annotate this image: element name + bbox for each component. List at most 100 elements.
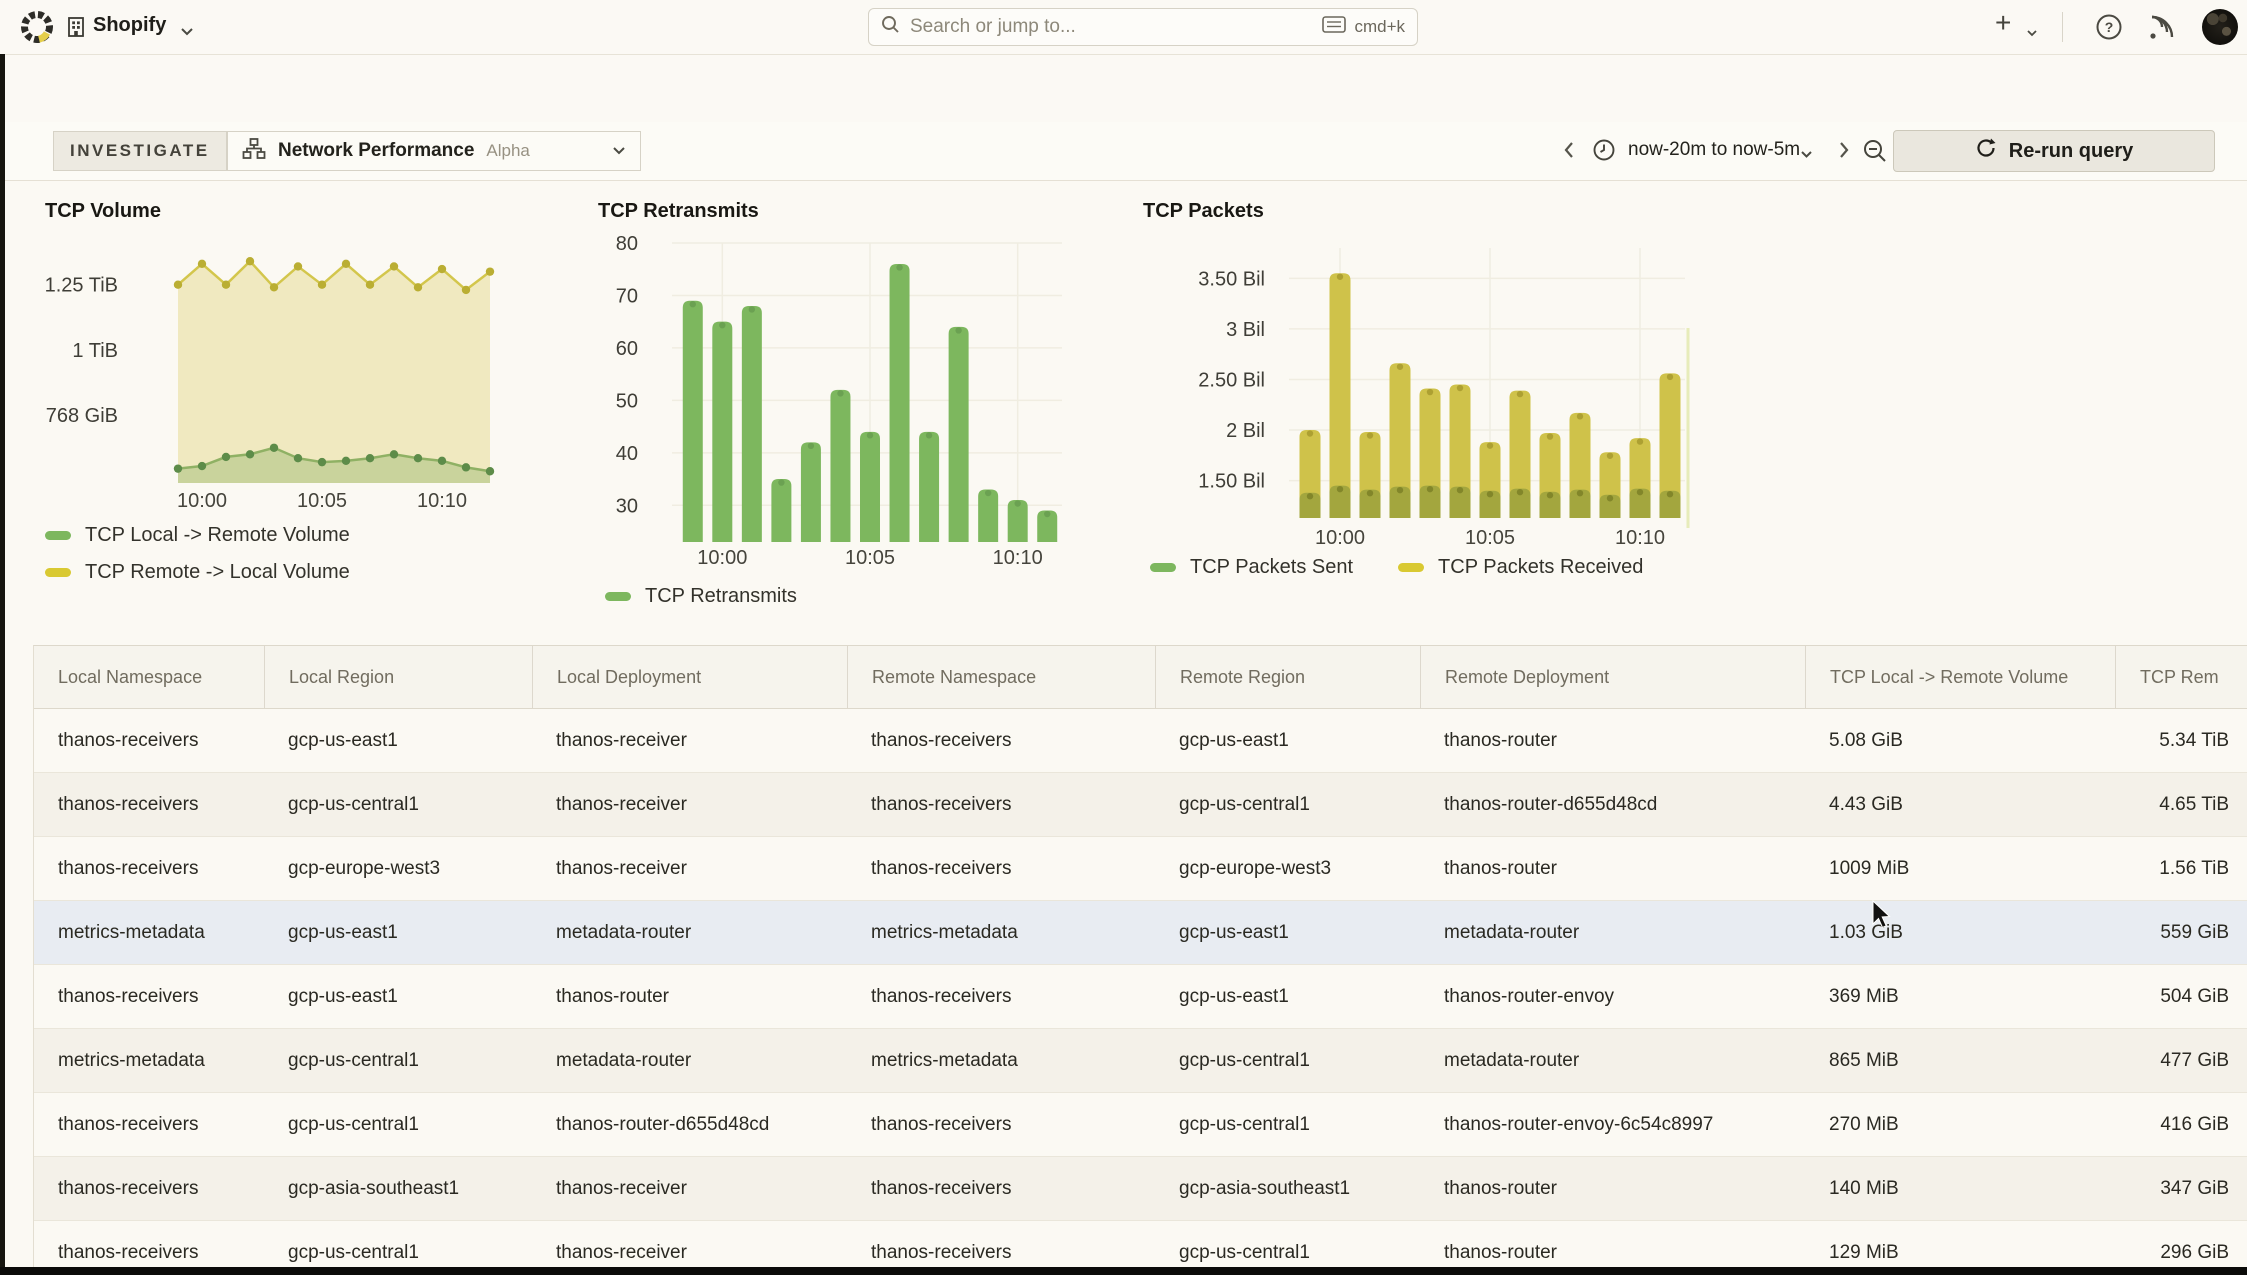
column-header-remote-deployment[interactable]: Remote Deployment [1420, 646, 1805, 708]
investigate-toolbar: INVESTIGATE Network Performance Alpha no… [0, 122, 2247, 181]
legend-swatch [605, 592, 631, 601]
org-chevron-down-icon[interactable] [180, 23, 194, 41]
table-cell: 270 MiB [1805, 1093, 2115, 1156]
svg-text:10:05: 10:05 [1465, 527, 1515, 549]
table-cell: thanos-router-d655d48cd [1420, 773, 1805, 836]
svg-text:10:00: 10:00 [177, 490, 227, 512]
view-name: Network Performance [278, 140, 474, 162]
table-cell: gcp-us-east1 [264, 901, 532, 964]
table-cell: metadata-router [532, 901, 847, 964]
table-row[interactable]: thanos-receivers gcp-europe-west3 thanos-r… [34, 837, 2247, 901]
table-cell: thanos-receivers [34, 965, 264, 1028]
table-cell: thanos-receiver [532, 773, 847, 836]
table-row[interactable]: metrics-metadatagcp-us-central1metadata-… [34, 1029, 2247, 1093]
table-cell: 1009 MiB [1805, 837, 2115, 900]
column-header-local-namespace[interactable]: Local Namespace [34, 646, 264, 708]
view-dropdown[interactable]: Network Performance Alpha [227, 131, 641, 171]
svg-text:80: 80 [616, 233, 638, 255]
table-cell: thanos-receivers [34, 1157, 264, 1220]
column-header-tcp-rem[interactable]: TCP Rem [2115, 646, 2247, 708]
svg-text:10:10: 10:10 [993, 547, 1043, 569]
svg-text:768 GiB: 768 GiB [46, 405, 118, 427]
table-cell: thanos-receivers [847, 709, 1155, 772]
table-cell: gcp-europe-west3 [264, 837, 532, 900]
table-row[interactable]: thanos-receiversgcp-us-central1thanos-ro… [34, 1093, 2247, 1157]
table-cell: gcp-us-east1 [1155, 965, 1420, 1028]
table-cell: metrics-metadata [847, 901, 1155, 964]
time-next-chevron-right-icon[interactable] [1838, 140, 1850, 165]
add-button[interactable]: + [1995, 7, 2011, 39]
rerun-query-button[interactable]: Re-run query [1893, 130, 2215, 172]
keyboard-icon [1322, 16, 1346, 38]
table-cell: 865 MiB [1805, 1029, 2115, 1092]
signal-broadcast-icon[interactable] [2148, 13, 2178, 46]
svg-text:1 TiB: 1 TiB [72, 340, 118, 362]
legend-item[interactable]: TCP Packets Received [1398, 556, 1643, 579]
table-cell: thanos-receivers [847, 837, 1155, 900]
table-cell: 5.08 GiB [1805, 709, 2115, 772]
table-row[interactable]: thanos-receiversgcp-asia-southeast1thano… [34, 1157, 2247, 1221]
hierarchy-icon [242, 137, 266, 166]
tcp-retransmits-legend: TCP Retransmits [605, 585, 797, 608]
column-header-remote-namespace[interactable]: Remote Namespace [847, 646, 1155, 708]
table-cell: thanos-receivers [847, 1093, 1155, 1156]
help-icon[interactable]: ? [2095, 13, 2123, 46]
table-cell: gcp-us-central1 [264, 1093, 532, 1156]
column-header-tcp-local-remote-volume[interactable]: TCP Local -> Remote Volume [1805, 646, 2115, 708]
column-header-remote-region[interactable]: Remote Region [1155, 646, 1420, 708]
table-cell: 5.34 TiB [2115, 709, 2247, 772]
network-flows-table: Local NamespaceLocal RegionLocal Deploym… [33, 645, 2247, 1275]
column-header-local-region[interactable]: Local Region [264, 646, 532, 708]
table-cell: thanos-receiver [532, 709, 847, 772]
global-search-input[interactable]: Search or jump to... cmd+k [868, 8, 1418, 46]
svg-text:40: 40 [616, 443, 638, 465]
table-cell: gcp-us-east1 [264, 709, 532, 772]
legend-item[interactable]: TCP Packets Sent [1150, 556, 1353, 579]
svg-text:50: 50 [616, 390, 638, 412]
tcp-packets-chart[interactable]: 3.50 Bil3 Bil2.50 Bil2 Bil1.50 Bil10:001… [1130, 228, 1715, 583]
legend-item[interactable]: TCP Local -> Remote Volume [45, 524, 350, 547]
view-badge: Alpha [486, 141, 529, 161]
tcp-volume-chart[interactable]: 1.25 TiB1 TiB768 GiB10:0010:0510:10 [33, 228, 578, 528]
table-cell: gcp-asia-southeast1 [264, 1157, 532, 1220]
table-cell: thanos-router [532, 965, 847, 1028]
table-cell: gcp-us-central1 [1155, 1093, 1420, 1156]
table-row[interactable]: thanos-receiversgcp-us-central1thanos-re… [34, 773, 2247, 837]
table-cell: gcp-us-central1 [264, 1029, 532, 1092]
table-row[interactable]: thanos-receivers gcp-us-east1thanos-recei… [34, 709, 2247, 773]
table-cell: gcp-us-east1 [264, 965, 532, 1028]
table-cell: thanos-receivers [34, 1093, 264, 1156]
table-cell: gcp-us-east1 [1155, 901, 1420, 964]
chronosphere-logo-icon[interactable] [20, 10, 54, 49]
table-row[interactable]: thanos-receiversgcp-us-east1thanos-route… [34, 965, 2247, 1029]
zoom-out-icon[interactable] [1862, 138, 1888, 169]
time-range-label[interactable]: now-20m to now-5m [1628, 139, 1800, 161]
table-cell: 416 GiB [2115, 1093, 2247, 1156]
table-cell: thanos-receivers [34, 773, 264, 836]
table-cell: metadata-router [1420, 901, 1805, 964]
user-avatar[interactable] [2202, 9, 2238, 45]
table-cell: thanos-router [1420, 837, 1805, 900]
chart-title-tcp-volume: TCP Volume [45, 200, 161, 223]
add-chevron-down-icon[interactable] [2026, 24, 2038, 42]
time-chevron-down-icon[interactable] [1800, 146, 1813, 164]
legend-item[interactable]: TCP Retransmits [605, 585, 797, 608]
time-prev-chevron-left-icon[interactable] [1563, 140, 1575, 165]
table-cell: gcp-asia-southeast1 [1155, 1157, 1420, 1220]
column-header-local-deployment[interactable]: Local Deployment [532, 646, 847, 708]
table-cell: 477 GiB [2115, 1029, 2247, 1092]
legend-swatch [45, 531, 71, 540]
table-cell: metrics-metadata [34, 901, 264, 964]
table-row[interactable]: metrics-metadatagcp-us-east1metadata-rou… [34, 901, 2247, 965]
table-cell: metadata-router [532, 1029, 847, 1092]
legend-item[interactable]: TCP Remote -> Local Volume [45, 561, 350, 584]
table-cell: 369 MiB [1805, 965, 2115, 1028]
tcp-retransmits-chart[interactable]: 80706050403010:0010:0510:10 [590, 228, 1142, 578]
svg-text:60: 60 [616, 338, 638, 360]
legend-label: TCP Remote -> Local Volume [85, 561, 350, 584]
table-cell: 1.56 TiB [2115, 837, 2247, 900]
view-chevron-down-icon [612, 142, 626, 160]
svg-text:10:05: 10:05 [297, 490, 347, 512]
svg-text:10:10: 10:10 [417, 490, 467, 512]
search-shortcut: cmd+k [1354, 17, 1405, 37]
